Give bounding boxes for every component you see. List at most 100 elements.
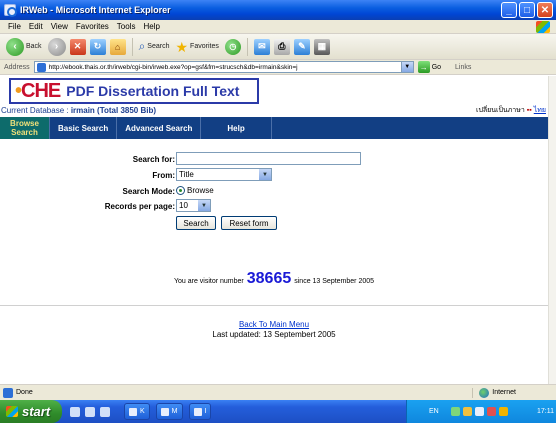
history-icon: ◷ (224, 38, 241, 55)
close-button[interactable]: ✕ (537, 2, 553, 18)
search-icon: ⌕ (138, 39, 146, 53)
menu-file[interactable]: File (8, 22, 21, 31)
toolbar-separator (131, 37, 133, 56)
edit-page-icon[interactable]: ✎ (293, 38, 310, 55)
last-updated: Last updated: 13 Septembert 2005 (212, 330, 336, 339)
address-label: Address (4, 63, 30, 71)
tab-help[interactable]: Help (201, 117, 272, 139)
address-input[interactable]: http://ebook.thais.or.th/irweb/cgi-bin/i… (33, 61, 402, 73)
back-label: Back (26, 43, 42, 50)
task-icon (129, 407, 137, 416)
tab-basic-search[interactable]: Basic Search (50, 117, 118, 139)
security-zone: Internet (472, 387, 516, 398)
chevron-down-icon: ▼ (198, 200, 210, 211)
page-done-icon (3, 387, 13, 398)
taskbar-item[interactable]: K (124, 403, 150, 420)
reset-form-button[interactable]: Reset form (221, 216, 277, 230)
address-bar: Address http://ebook.thais.or.th/irweb/c… (0, 60, 556, 75)
site-banner: •CHE PDF Dissertation Full Text (9, 78, 259, 104)
tray-icon[interactable] (474, 407, 484, 416)
language-text: เปลี่ยนเป็นภาษา (476, 107, 525, 114)
search-nav: Browse Search Basic Search Advanced Sear… (0, 117, 548, 139)
forward-arrow-icon: › (47, 37, 66, 56)
home-icon[interactable]: ⌂ (109, 38, 126, 55)
discuss-icon[interactable]: ▦ (313, 38, 330, 55)
thai-language-link[interactable]: ไทย (534, 105, 546, 116)
menu-view[interactable]: View (51, 22, 68, 31)
go-arrow-icon: → (417, 61, 430, 73)
maximize-button[interactable]: □ (519, 2, 535, 18)
go-label: Go (431, 63, 442, 71)
menu-bar: File Edit View Favorites Tools Help (0, 20, 556, 34)
mail-icon[interactable]: ✉ (253, 38, 270, 55)
records-per-page-select[interactable]: 10 ▼ (176, 199, 211, 212)
from-select[interactable]: Title ▼ (176, 168, 272, 181)
back-to-main-menu-link[interactable]: Back To Main Menu (239, 320, 309, 329)
forward-button[interactable]: › (47, 37, 66, 56)
back-button[interactable]: ‹ Back (6, 37, 42, 56)
search-button[interactable]: ⌕ Search (139, 39, 170, 54)
search-mode-label: Search Mode: (122, 187, 175, 196)
banner-title: PDF Dissertation Full Text (66, 83, 240, 99)
minimize-button[interactable]: _ (501, 2, 517, 18)
visitor-count: 38665 (246, 270, 292, 287)
records-value: 10 (179, 201, 188, 210)
search-label: Search (147, 43, 170, 50)
tab-advanced-search[interactable]: Advanced Search (117, 117, 202, 139)
language-indicator[interactable]: EN (429, 408, 439, 415)
quick-launch-icon[interactable] (70, 406, 80, 417)
task-icon (193, 407, 202, 416)
windows-logo-icon (536, 20, 550, 33)
toolbar-separator (246, 37, 248, 56)
start-label: start (22, 404, 51, 419)
title-bar[interactable]: IRWeb - Microsoft Internet Explorer _ □ … (0, 0, 556, 20)
visitor-suffix: since 13 September 2005 (294, 278, 375, 285)
tray-icon[interactable] (498, 407, 508, 416)
favorites-label: Favorites (190, 43, 219, 50)
quick-launch-icon[interactable] (85, 406, 95, 417)
tray-icons (450, 407, 508, 416)
menu-edit[interactable]: Edit (29, 22, 43, 31)
status-bar: Done Internet (0, 384, 556, 400)
vertical-scrollbar[interactable] (548, 76, 556, 384)
search-button[interactable]: Search (176, 216, 216, 230)
clock[interactable]: 17:11 (537, 408, 554, 415)
radio-selected-icon (176, 186, 185, 195)
taskbar-item[interactable]: I (188, 403, 212, 420)
stop-icon[interactable]: ✕ (69, 38, 86, 55)
quick-launch-icon[interactable] (100, 406, 110, 417)
print-icon[interactable]: ⎙ (273, 38, 290, 55)
status-text: Done (16, 389, 33, 396)
favorites-button[interactable]: ★ Favorites (175, 40, 218, 54)
chevron-down-icon: ▼ (259, 169, 271, 180)
go-button[interactable]: → Go (417, 61, 442, 73)
refresh-icon[interactable]: ↻ (89, 38, 106, 55)
tray-icon[interactable] (450, 407, 460, 416)
back-arrow-icon: ‹ (6, 37, 24, 56)
current-database: Current Database : irmain (Total 3850 Bi… (1, 106, 157, 115)
ie-window: IRWeb - Microsoft Internet Explorer _ □ … (0, 0, 556, 423)
from-label: From: (152, 171, 175, 180)
menu-help[interactable]: Help (143, 22, 159, 31)
history-button[interactable]: ◷ (224, 38, 241, 55)
tray-icon[interactable] (486, 407, 496, 416)
browse-radio-label: Browse (187, 186, 214, 195)
from-value: Title (179, 170, 194, 179)
address-dropdown-icon[interactable]: ▼ (401, 61, 414, 73)
search-for-input[interactable] (176, 152, 361, 165)
start-button[interactable]: start (0, 400, 62, 423)
menu-favorites[interactable]: Favorites (76, 22, 109, 31)
links-button[interactable]: Links (455, 64, 471, 71)
taskbar-item[interactable]: M (155, 403, 183, 420)
tab-browse-search[interactable]: Browse Search (0, 117, 50, 139)
menu-tools[interactable]: Tools (117, 22, 136, 31)
zone-text: Internet (492, 389, 516, 396)
window-title: IRWeb - Microsoft Internet Explorer (20, 5, 171, 15)
browse-radio[interactable]: Browse (176, 186, 214, 195)
tray-icon[interactable] (462, 407, 472, 416)
thai-flag-icon: ▪▪ (526, 107, 532, 114)
quick-launch (70, 406, 110, 417)
page-icon (36, 62, 46, 72)
database-line: Current Database : irmain (Total 3850 Bi… (0, 105, 548, 116)
page-content: •CHE PDF Dissertation Full Text Current … (0, 76, 548, 384)
